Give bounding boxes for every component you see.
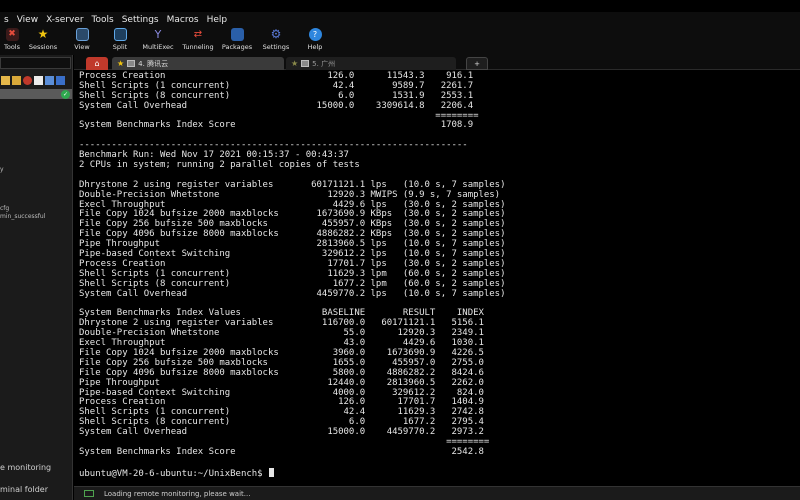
status-bar: Loading remote monitoring, please wait..… <box>74 486 800 500</box>
sidebar-toolbar <box>0 73 72 87</box>
menu-item-help[interactable]: Help <box>203 15 232 25</box>
view-button[interactable]: View <box>62 27 102 55</box>
tunneling-label: Tunneling <box>182 43 214 51</box>
folder-icon[interactable] <box>1 75 10 85</box>
star-icon: ★ <box>117 59 125 68</box>
sidebar-item[interactable]: y <box>0 166 4 173</box>
status-text: Loading remote monitoring, please wait..… <box>104 489 251 498</box>
tunneling-button[interactable]: ⇄ Tunneling <box>178 27 218 55</box>
view-label: View <box>74 43 90 51</box>
packages-icon <box>230 28 244 41</box>
packages-button[interactable]: Packages <box>218 27 256 55</box>
terminal-icon <box>127 60 136 67</box>
terminal-folder-item[interactable]: minal folder <box>0 485 48 494</box>
help-icon: ? <box>308 28 322 41</box>
sidebar-item[interactable]: min_successful <box>0 213 45 220</box>
view-icon <box>75 28 89 41</box>
menu-item-tools[interactable]: Tools <box>88 15 118 25</box>
title-strip <box>0 0 800 12</box>
star-icon: ★ <box>291 59 299 68</box>
gear-icon: ⚙ <box>270 27 282 41</box>
sessions-sidebar: ✓ y cfg min_successful e monitoring mina… <box>0 55 73 500</box>
stop-icon[interactable] <box>23 75 32 85</box>
tab-label: 4. 腾讯云 <box>138 59 169 68</box>
split-icon <box>113 28 127 41</box>
new-tab-button[interactable]: + <box>466 57 488 70</box>
menu-item-session[interactable]: s <box>0 15 13 25</box>
tools-label: Tools <box>3 43 20 51</box>
terminal-cursor <box>268 467 274 477</box>
multiexec-button[interactable]: Y MultiExec <box>138 27 178 55</box>
check-icon: ✓ <box>61 90 70 99</box>
sessions-label: Sessions <box>28 43 58 51</box>
terminal-line: 2 CPUs in system; running 2 parallel cop… <box>79 160 360 171</box>
toolbar: ✖ Tools ★ Sessions View Split Y MultiExe… <box>0 27 800 55</box>
help-label: Help <box>307 43 323 51</box>
terminal-line: System Call Overhead 4459770.2 lps (10.0… <box>79 288 506 299</box>
tab-label: 5. 广州 <box>312 59 336 68</box>
tools-icon: ✖ <box>5 28 19 41</box>
file-icon[interactable] <box>34 75 43 85</box>
menu-bar: s View X-server Tools Settings Macros He… <box>0 12 800 27</box>
settings-label: Settings <box>262 43 290 51</box>
multiexec-label: MultiExec <box>142 43 174 51</box>
sessions-button[interactable]: ★ Sessions <box>24 27 62 55</box>
split-label: Split <box>112 43 128 51</box>
split-button[interactable]: Split <box>102 27 138 55</box>
tab-bar: ⌂ ★ 4. 腾讯云 ★ 5. 广州 + <box>74 55 800 70</box>
menu-item-xserver[interactable]: X-server <box>42 15 87 25</box>
help-button[interactable]: ? Help <box>296 27 334 55</box>
monitor-icon <box>84 490 94 497</box>
terminal-icon <box>301 60 310 67</box>
refresh-icon[interactable] <box>56 75 65 85</box>
menu-item-view[interactable]: View <box>13 15 42 25</box>
remote-monitoring-item[interactable]: e monitoring <box>0 463 51 472</box>
star-icon: ★ <box>37 27 49 41</box>
multiexec-icon: Y <box>154 28 162 41</box>
terminal-line: System Benchmarks Index Score 2542.8 <box>79 446 484 457</box>
settings-button[interactable]: ⚙ Settings <box>256 27 296 55</box>
sidebar-item[interactable]: cfg <box>0 205 9 212</box>
tunneling-icon: ⇄ <box>193 29 203 40</box>
terminal-line: System Benchmarks Index Score 1708.9 <box>79 120 474 131</box>
terminal-output[interactable]: Process Creation 126.0 11543.3 916.1 Shel… <box>74 70 800 482</box>
menu-item-macros[interactable]: Macros <box>163 15 203 25</box>
terminal-line: ubuntu@VM-20-6-ubuntu:~/UnixBench$ <box>79 467 800 479</box>
tools-button[interactable]: ✖ Tools <box>0 27 24 55</box>
tab-session-4[interactable]: ★ 4. 腾讯云 <box>112 57 284 70</box>
menu-item-settings[interactable]: Settings <box>118 15 163 25</box>
sidebar-search-input[interactable] <box>0 57 71 69</box>
file-new-icon[interactable] <box>45 75 54 85</box>
home-tab[interactable]: ⌂ <box>86 57 108 70</box>
tab-session-5[interactable]: ★ 5. 广州 <box>286 57 456 70</box>
folder-open-icon[interactable] <box>12 75 21 85</box>
new-tab-label: + <box>474 59 480 68</box>
home-icon: ⌂ <box>94 59 100 68</box>
packages-label: Packages <box>221 43 253 51</box>
